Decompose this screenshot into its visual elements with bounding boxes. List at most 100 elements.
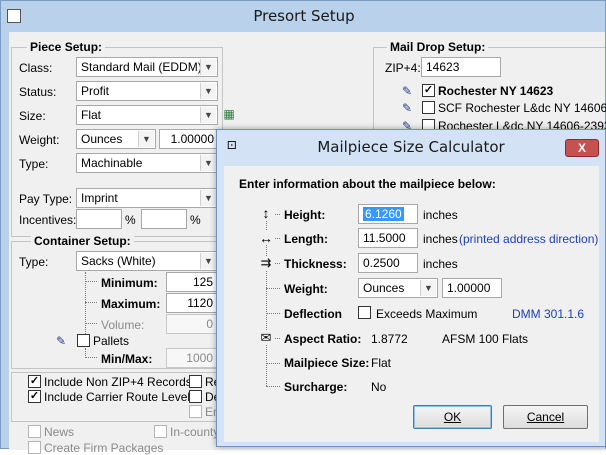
type-select[interactable]: Machinable ▼ xyxy=(76,153,218,173)
include-carrier-route-checkbox[interactable]: ✓ xyxy=(28,390,41,403)
maximum-input[interactable]: 1120 xyxy=(166,293,218,313)
include-non-zip4-label: Include Non ZIP+4 Records xyxy=(44,375,192,389)
dialog-weight-unit-select[interactable]: Ounces ▼ xyxy=(358,278,438,298)
volume-input[interactable]: 0 xyxy=(166,314,218,334)
tree-line xyxy=(85,323,97,324)
length-note: (printed address direction) xyxy=(459,232,599,246)
chevron-down-icon[interactable]: ▼ xyxy=(200,107,216,123)
zip4-input[interactable]: 14623 xyxy=(421,57,501,77)
size-select[interactable]: Flat ▼ xyxy=(76,105,218,125)
type-select-value: Machinable xyxy=(81,156,143,170)
surcharge-label: Surcharge: xyxy=(284,380,348,394)
create-firm-packages-checkbox[interactable] xyxy=(28,441,41,454)
exceeds-maximum-label: Exceeds Maximum xyxy=(376,307,478,321)
mail-drop-item-checkbox[interactable]: ✓ xyxy=(422,84,435,97)
window-title: Presort Setup xyxy=(253,7,355,25)
notepad-icon[interactable]: ✎ xyxy=(53,334,69,348)
exceeds-maximum-checkbox[interactable] xyxy=(358,306,371,319)
afsm-label: AFSM 100 Flats xyxy=(442,332,529,346)
re-checkbox[interactable] xyxy=(189,375,202,388)
size-select-value: Flat xyxy=(81,108,102,122)
include-carrier-route-label: Include Carrier Route Level xyxy=(44,390,191,404)
maximum-label: Maximum: xyxy=(101,297,161,311)
height-unit: inches xyxy=(423,208,458,222)
container-type-select[interactable]: Sacks (White) ▼ xyxy=(76,251,218,271)
tree-line xyxy=(266,363,280,364)
dmm-reference-link[interactable]: DMM 301.1.6 xyxy=(512,307,584,321)
container-setup-title: Container Setup: xyxy=(31,234,134,248)
status-label: Status: xyxy=(19,85,57,99)
dialog-weight-unit-value: Ounces xyxy=(363,281,405,295)
type-label: Type: xyxy=(19,157,49,171)
news-checkbox[interactable] xyxy=(28,425,41,438)
tree-line xyxy=(266,386,280,387)
chevron-down-icon[interactable]: ▼ xyxy=(200,59,216,75)
notepad-icon[interactable]: ✎ xyxy=(399,101,415,115)
envelope-icon: ✉ xyxy=(258,331,274,345)
news-label: News xyxy=(44,425,75,439)
en-checkbox[interactable] xyxy=(189,405,202,418)
length-input[interactable]: 11.5000 xyxy=(358,228,418,248)
chevron-down-icon[interactable]: ▼ xyxy=(138,131,154,147)
chevron-down-icon[interactable]: ▼ xyxy=(200,155,216,171)
chevron-down-icon[interactable]: ▼ xyxy=(200,253,216,269)
pallets-checkbox[interactable] xyxy=(77,334,90,347)
dialog-title: Mailpiece Size Calculator xyxy=(317,138,505,156)
chevron-down-icon[interactable]: ▼ xyxy=(420,280,436,296)
calculator-icon[interactable]: ▦ xyxy=(221,107,237,121)
include-non-zip4-checkbox[interactable]: ✓ xyxy=(28,375,41,388)
close-button[interactable]: X xyxy=(565,139,599,157)
dialog-instruction: Enter information about the mailpiece be… xyxy=(239,177,496,191)
piece-setup-title: Piece Setup: xyxy=(27,40,106,54)
status-select[interactable]: Profit ▼ xyxy=(76,81,218,101)
tree-line xyxy=(85,357,97,358)
percent-sign-2: % xyxy=(190,213,201,227)
mailpiece-size-label: Mailpiece Size: xyxy=(284,356,370,370)
in-county-label: In-county xyxy=(170,425,220,439)
class-select[interactable]: Standard Mail (EDDM) ▼ xyxy=(76,57,218,77)
incentives-input-1[interactable] xyxy=(76,209,122,229)
mail-drop-item-checkbox[interactable] xyxy=(422,101,435,114)
deflection-label: Deflection xyxy=(284,307,343,321)
height-arrow-icon: ↕ xyxy=(258,206,274,220)
length-unit: inches xyxy=(423,232,458,246)
mailpiece-size-value: Flat xyxy=(371,356,392,370)
cancel-button-label: Cancel xyxy=(526,410,565,424)
in-county-checkbox[interactable] xyxy=(154,425,167,438)
mail-drop-setup-title: Mail Drop Setup: xyxy=(387,40,489,54)
zip4-label: ZIP+4: xyxy=(385,61,421,75)
cancel-button[interactable]: Cancel xyxy=(503,405,588,429)
aspect-ratio-value: 1.8772 xyxy=(371,332,408,346)
de-checkbox[interactable] xyxy=(189,390,202,403)
minimum-label: Minimum: xyxy=(101,276,158,290)
thickness-input[interactable]: 0.2500 xyxy=(358,253,418,273)
class-label: Class: xyxy=(19,61,53,75)
tree-line xyxy=(85,281,97,282)
incentives-input-2[interactable] xyxy=(141,209,187,229)
height-input[interactable]: 6.1260 xyxy=(358,204,418,224)
chevron-down-icon[interactable]: ▼ xyxy=(200,83,216,99)
surcharge-value: No xyxy=(371,380,387,394)
pallets-label: Pallets xyxy=(93,334,130,348)
dialog-weight-input[interactable]: 1.00000 xyxy=(442,278,502,298)
tree-line xyxy=(266,288,280,289)
notepad-icon[interactable]: ✎ xyxy=(399,84,415,98)
length-label: Length: xyxy=(284,232,328,246)
length-arrow-icon: ↔ xyxy=(258,230,274,246)
container-type-value: Sacks (White) xyxy=(81,254,156,268)
chevron-down-icon[interactable]: ▼ xyxy=(200,190,216,206)
height-label: Height: xyxy=(284,208,326,222)
ok-button[interactable]: OK xyxy=(413,405,492,429)
pay-type-select[interactable]: Imprint ▼ xyxy=(76,188,218,208)
container-type-label: Type: xyxy=(19,255,49,269)
weight-unit-select[interactable]: Ounces ▼ xyxy=(76,129,156,149)
weight-input[interactable]: 1.00000 xyxy=(159,129,219,149)
dialog-client-area: Enter information about the mailpiece be… xyxy=(224,166,599,442)
minmax-input[interactable]: 1000 xyxy=(166,348,218,368)
tree-line xyxy=(266,313,280,314)
pay-type-select-value: Imprint xyxy=(81,191,118,205)
volume-label: Volume: xyxy=(101,318,145,332)
minimum-input[interactable]: 125 xyxy=(166,272,218,292)
pay-type-label: Pay Type: xyxy=(19,192,73,206)
incentives-label: Incentives: xyxy=(19,213,77,227)
